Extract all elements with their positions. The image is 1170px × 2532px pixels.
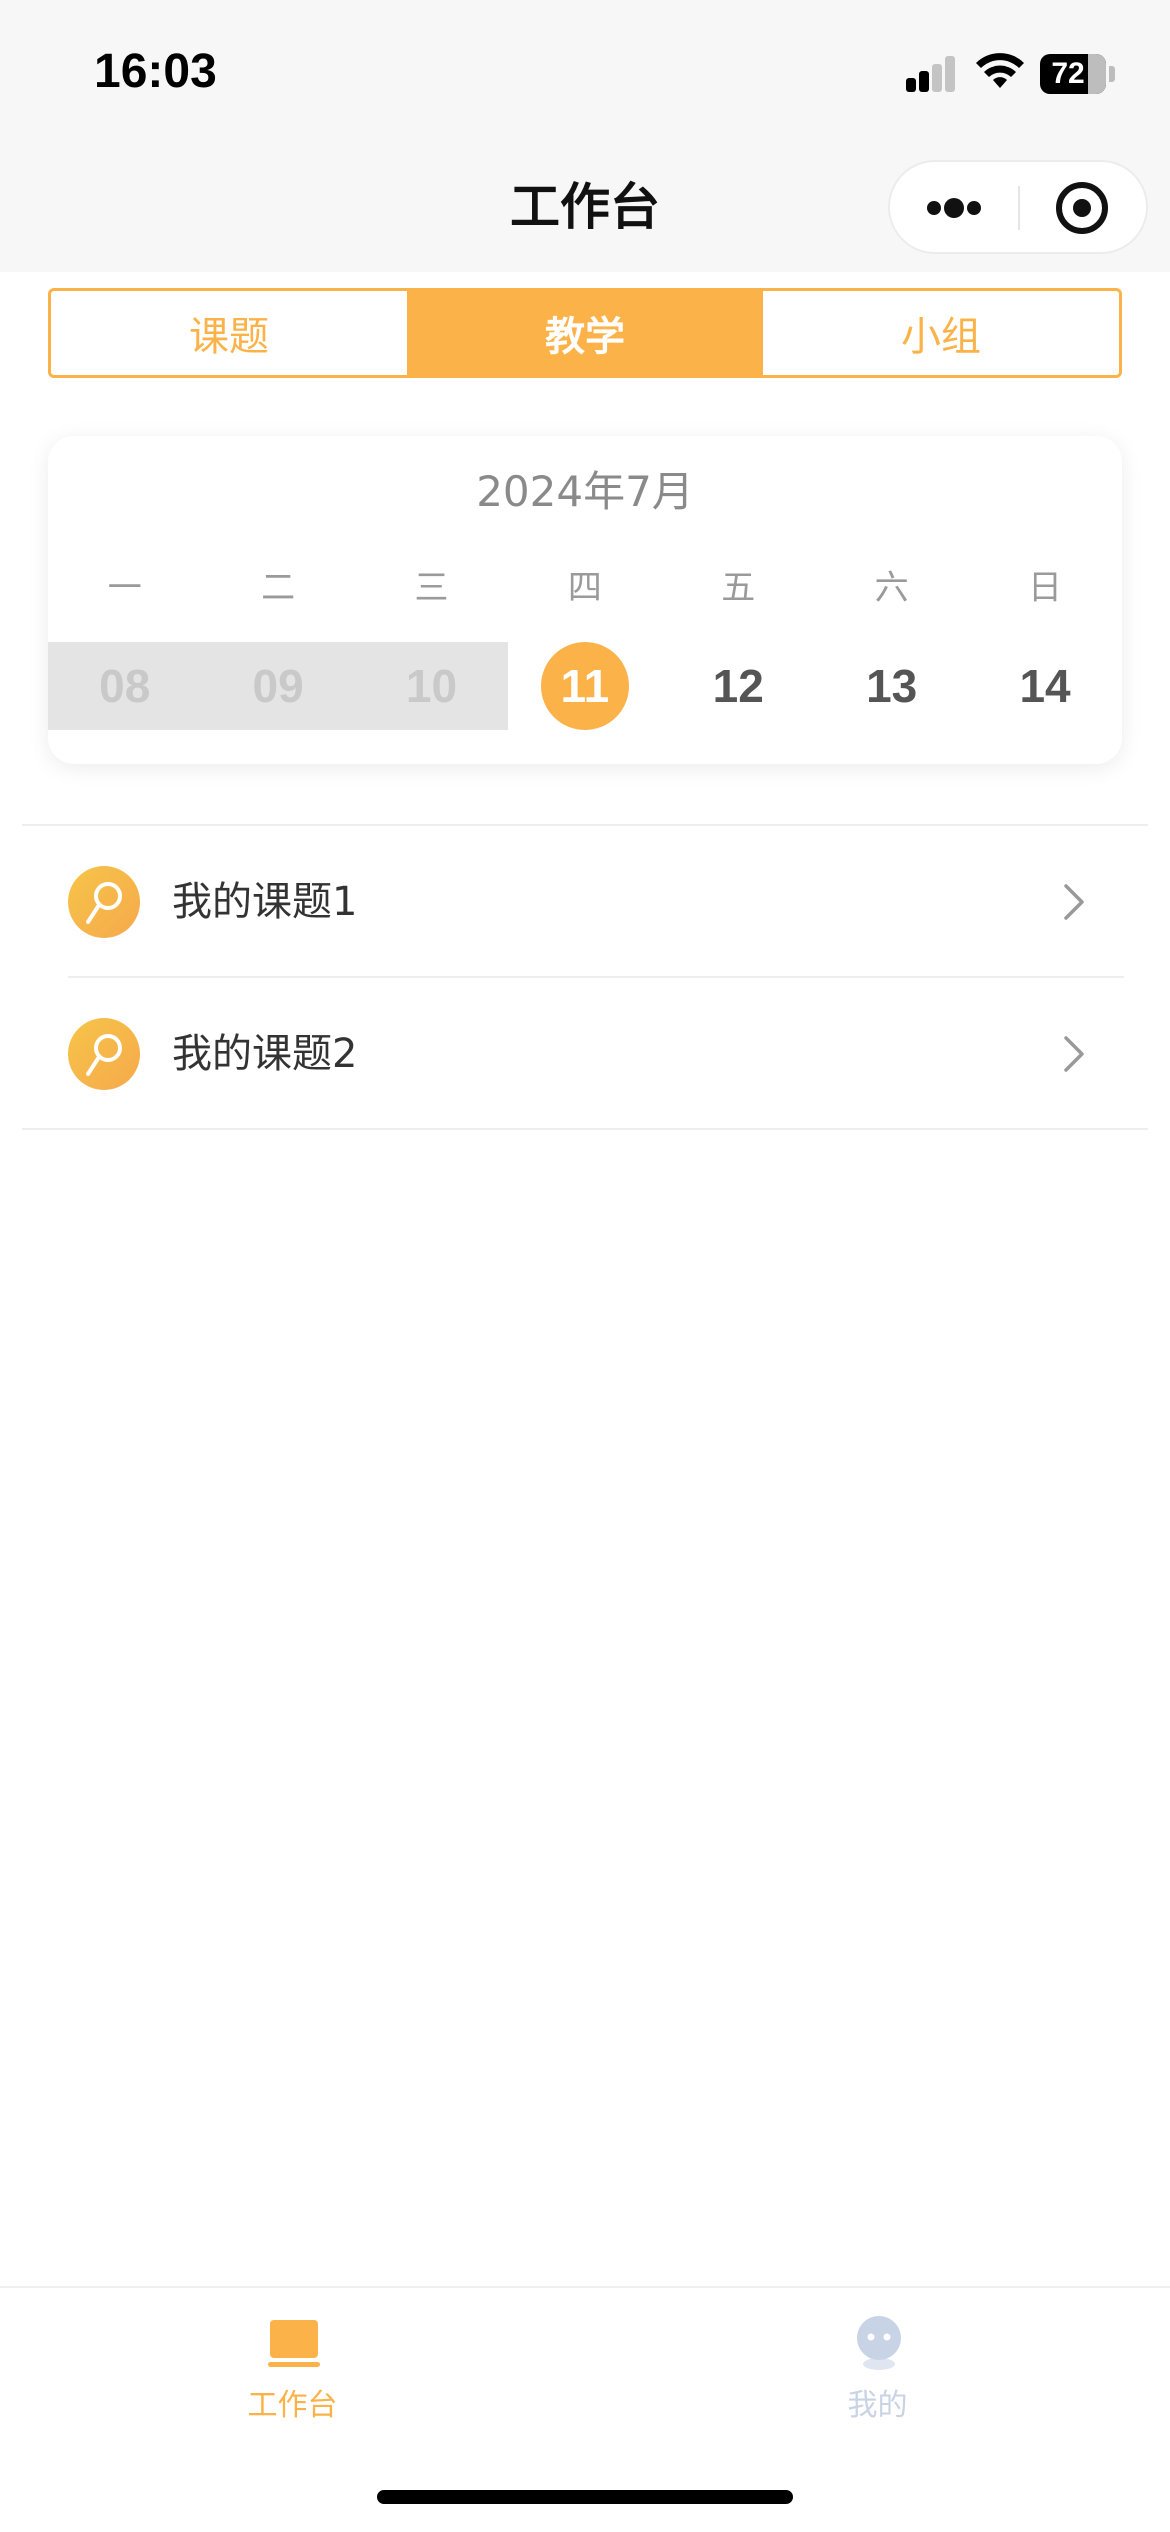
list-item-label: 我的课题1 bbox=[172, 879, 358, 925]
chevron-right-icon bbox=[1064, 1036, 1084, 1072]
target-icon[interactable] bbox=[1020, 162, 1148, 252]
app-screen: 16:03 72 工作台 课题 教学 小组 2024年7月 一 二 三 四 五 … bbox=[0, 0, 1170, 2532]
battery-cap bbox=[1109, 66, 1115, 82]
segmented-control: 课题 教学 小组 bbox=[48, 288, 1122, 378]
profile-icon bbox=[857, 2316, 901, 2370]
day-cell-today[interactable]: 11 bbox=[508, 642, 661, 730]
top-area: 16:03 72 工作台 bbox=[0, 0, 1170, 272]
battery-icon: 72 bbox=[1040, 54, 1106, 94]
weekday-label: 三 bbox=[414, 568, 449, 608]
list-item-topic-1[interactable]: 我的课题1 bbox=[22, 826, 1148, 978]
tab-label: 我的 bbox=[847, 2388, 908, 2423]
list-item-topic-2[interactable]: 我的课题2 bbox=[22, 978, 1148, 1128]
weekday-label: 五 bbox=[721, 568, 756, 608]
more-dots-icon[interactable] bbox=[890, 162, 1018, 252]
weekday-label: 六 bbox=[874, 568, 909, 608]
topic-list: 我的课题1 我的课题2 bbox=[22, 824, 1148, 1130]
calendar-month-title: 2024年7月 bbox=[476, 467, 694, 516]
wifi-icon bbox=[976, 53, 1024, 88]
tab-label: 工作台 bbox=[247, 2388, 338, 2423]
week-calendar: 2024年7月 一 二 三 四 五 六 日 08 09 10 11 12 13 … bbox=[48, 436, 1122, 764]
tab-profile[interactable]: 我的 bbox=[585, 2288, 1170, 2438]
day-cell[interactable]: 12 bbox=[662, 642, 815, 730]
today-marker: 11 bbox=[540, 642, 629, 730]
day-row: 08 09 10 11 12 13 14 bbox=[48, 642, 1122, 730]
weekday-header: 一 二 三 四 五 六 日 bbox=[48, 560, 1122, 609]
home-indicator bbox=[377, 2490, 793, 2504]
topic-icon bbox=[68, 866, 140, 938]
topic-icon bbox=[68, 1018, 140, 1090]
mini-program-capsule bbox=[888, 160, 1148, 254]
day-cell-past[interactable]: 09 bbox=[201, 642, 354, 730]
workbench-icon bbox=[268, 2320, 320, 2367]
day-cell[interactable]: 14 bbox=[968, 642, 1121, 730]
signal-icon bbox=[906, 56, 956, 92]
status-time: 16:03 bbox=[94, 45, 217, 98]
tab-workbench[interactable]: 工作台 bbox=[0, 2288, 585, 2438]
segment-teaching[interactable]: 教学 bbox=[407, 291, 763, 375]
battery-level: 72 bbox=[1051, 57, 1085, 90]
day-cell-past[interactable]: 10 bbox=[355, 642, 508, 730]
segment-group[interactable]: 小组 bbox=[763, 291, 1119, 375]
day-cell[interactable]: 13 bbox=[815, 642, 968, 730]
day-cell-past[interactable]: 08 bbox=[48, 642, 201, 730]
weekday-label: 一 bbox=[107, 568, 142, 608]
weekday-label: 四 bbox=[567, 568, 602, 608]
list-item-label: 我的课题2 bbox=[172, 1031, 358, 1077]
chevron-right-icon bbox=[1064, 884, 1084, 920]
weekday-label: 日 bbox=[1028, 568, 1063, 608]
weekday-label: 二 bbox=[261, 568, 296, 608]
segment-topic[interactable]: 课题 bbox=[51, 291, 407, 375]
